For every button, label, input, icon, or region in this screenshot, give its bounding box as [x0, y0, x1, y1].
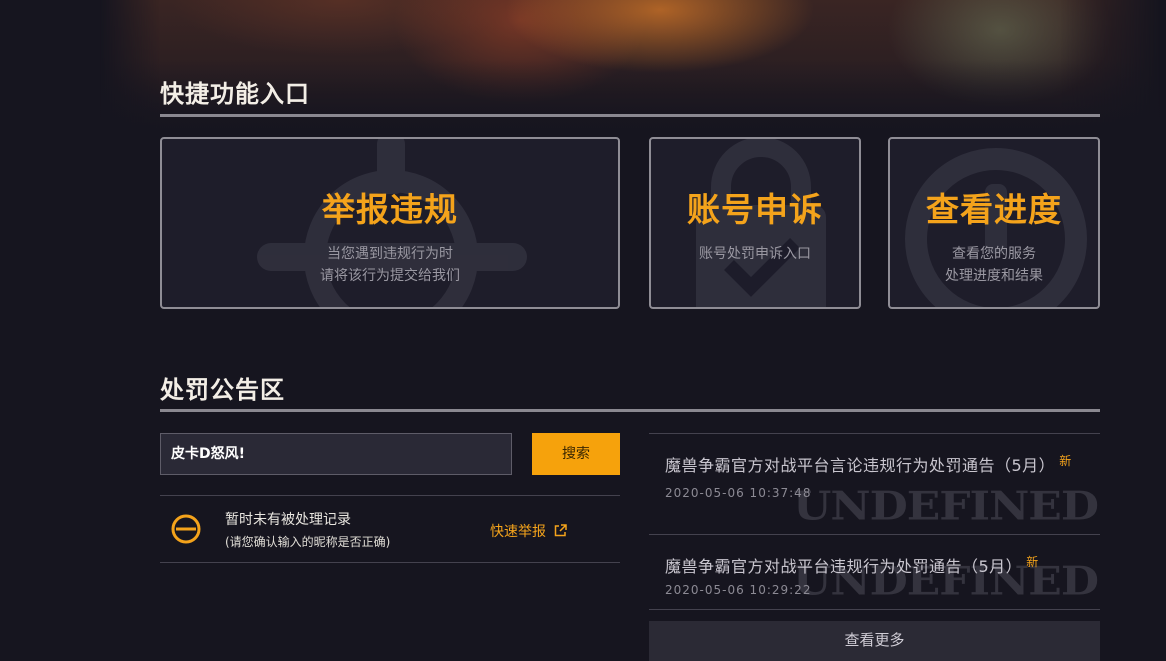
nickname-search-input[interactable]: 皮卡D怒风!	[160, 433, 512, 475]
card-description: 查看您的服务 处理进度和结果	[945, 246, 1043, 284]
notice-item[interactable]: UNDEFINED 魔兽争霸官方对战平台违规行为处罚通告（5月）新 2020-0…	[649, 534, 1100, 609]
check-nickname-hint: (请您确认输入的昵称是否正确)	[225, 535, 391, 549]
card-description: 账号处罚申诉入口	[699, 246, 811, 262]
view-more-button[interactable]: 查看更多	[649, 621, 1100, 661]
quick-entry-title: 快捷功能入口	[160, 80, 310, 108]
view-progress-card[interactable]: 查看进度 查看您的服务 处理进度和结果	[888, 137, 1100, 309]
notice-date: 2020-05-06 10:37:48	[665, 486, 812, 500]
card-title: 举报违规	[322, 190, 458, 229]
new-badge: 新	[1026, 555, 1039, 569]
notice-title[interactable]: 魔兽争霸官方对战平台言论违规行为处罚通告（5月）新	[649, 447, 1100, 480]
card-title: 查看进度	[926, 190, 1062, 229]
account-appeal-card[interactable]: 账号申诉 账号处罚申诉入口	[649, 137, 861, 309]
card-description: 当您遇到违规行为时 请将该行为提交给我们	[320, 246, 460, 284]
quick-entry-divider	[160, 114, 1100, 117]
new-badge: 新	[1059, 454, 1072, 468]
report-violation-card[interactable]: 举报违规 当您遇到违规行为时 请将该行为提交给我们	[160, 137, 620, 309]
card-title: 账号申诉	[687, 190, 823, 229]
search-button[interactable]: 搜索	[532, 433, 620, 475]
no-entry-icon	[171, 514, 201, 544]
notice-list-divider	[649, 609, 1100, 610]
external-link-icon	[554, 524, 567, 537]
quick-report-label: 快速举报	[490, 524, 546, 540]
punishment-divider	[160, 409, 1100, 412]
notice-list: UNDEFINED 魔兽争霸官方对战平台言论违规行为处罚通告（5月）新 2020…	[649, 433, 1100, 653]
quick-report-link[interactable]: 快速举报	[490, 521, 567, 541]
no-record-message: 暂时未有被处理记录	[225, 512, 351, 528]
notice-date: 2020-05-06 10:29:22	[665, 583, 812, 597]
notice-item[interactable]: UNDEFINED 魔兽争霸官方对战平台言论违规行为处罚通告（5月）新 2020…	[649, 433, 1100, 534]
notice-title[interactable]: 魔兽争霸官方对战平台违规行为处罚通告（5月）新	[649, 548, 1100, 581]
search-result: 暂时未有被处理记录 (请您确认输入的昵称是否正确) 快速举报	[160, 495, 620, 563]
punishment-section-title: 处罚公告区	[160, 376, 285, 404]
